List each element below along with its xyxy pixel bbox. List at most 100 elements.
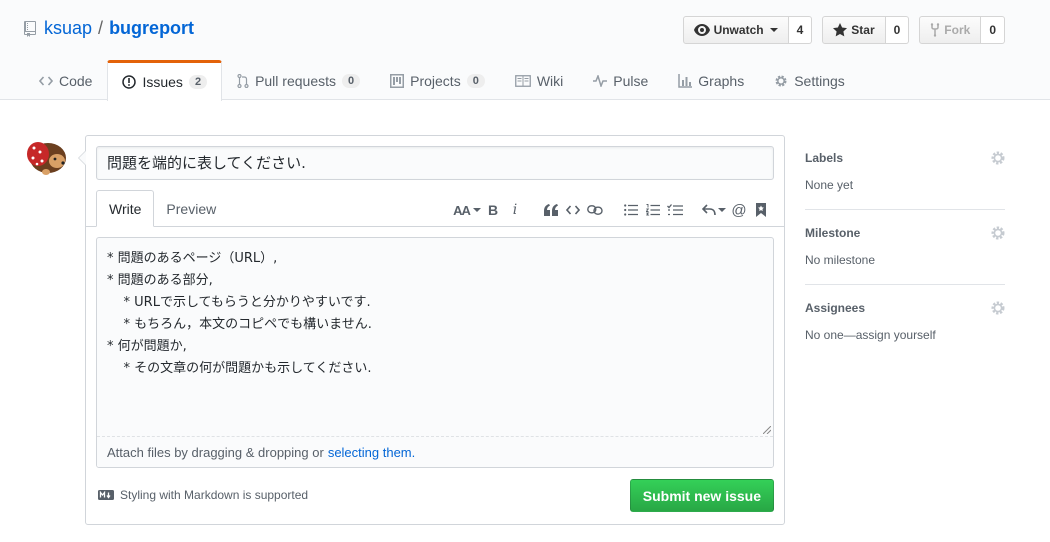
star-count[interactable]: 0	[885, 16, 910, 44]
mention-icon: @	[731, 201, 747, 219]
tab-code[interactable]: Code	[24, 60, 107, 100]
watch-group: Unwatch 4	[682, 16, 813, 44]
issue-title-input[interactable]: 問題を端的に表してください.	[96, 146, 774, 180]
link-icon	[587, 205, 603, 215]
bold-icon: B	[487, 202, 499, 218]
projects-counter: 0	[466, 73, 485, 88]
tab-issues-label: Issues	[142, 74, 183, 90]
tab-issues[interactable]: Issues 2	[107, 60, 223, 101]
book-icon	[514, 74, 531, 87]
italic-icon: i	[512, 202, 518, 218]
tab-code-label: Code	[59, 72, 93, 89]
assignees-gear-icon[interactable]	[991, 301, 1005, 315]
tab-settings-label: Settings	[794, 72, 845, 89]
code-button[interactable]	[564, 201, 582, 219]
bold-button[interactable]: B	[484, 201, 502, 219]
reference-button[interactable]	[752, 201, 770, 219]
reply-icon	[702, 204, 716, 216]
issue-sidebar: Labels None yet Milestone No milestone A…	[805, 135, 1005, 360]
mention-button[interactable]: @	[730, 201, 748, 219]
unordered-list-button[interactable]	[622, 201, 640, 219]
hedgehog-avatar-icon	[24, 134, 68, 178]
quote-icon	[544, 204, 558, 216]
repo-owner-link[interactable]: ksuap	[44, 18, 92, 39]
fork-label: Fork	[944, 23, 971, 37]
tab-pull-requests[interactable]: Pull requests 0	[222, 60, 375, 100]
milestone-value: No milestone	[805, 253, 876, 267]
avatar[interactable]	[24, 134, 68, 178]
repo-title: ksuap / bugreport	[24, 18, 194, 39]
pull-request-icon	[237, 73, 249, 88]
file-attach-zone[interactable]: Attach files by dragging & dropping or s…	[97, 436, 773, 467]
ordered-list-icon	[646, 204, 660, 216]
text-size-button[interactable]: AA	[453, 201, 481, 219]
task-list-button[interactable]	[666, 201, 684, 219]
gear-icon	[775, 75, 787, 86]
toolbar-group-text: AA B i	[453, 201, 524, 219]
markdown-toolbar: AA B i @	[453, 196, 770, 224]
code-icon	[566, 205, 580, 215]
text-size-label: AA	[453, 202, 471, 218]
pull-requests-counter: 0	[342, 73, 361, 88]
star-button[interactable]: Star	[822, 16, 886, 44]
repo-header: ksuap / bugreport Unwatch 4 Star 0 Fork	[0, 0, 1050, 101]
fork-count[interactable]: 0	[981, 16, 1005, 44]
assignees-heading: Assignees	[805, 301, 866, 315]
fork-group: Fork 0	[919, 16, 1005, 44]
tab-pulse-label: Pulse	[613, 72, 649, 89]
resize-handle-icon[interactable]	[763, 426, 771, 434]
tab-projects[interactable]: Projects 0	[375, 60, 500, 100]
unwatch-button[interactable]: Unwatch	[682, 16, 789, 44]
unordered-list-icon	[624, 204, 638, 216]
repo-nav: Code Issues 2 Pull requests 0 Projects 0…	[24, 60, 860, 101]
submit-new-issue-button[interactable]: Submit new issue	[629, 479, 774, 512]
chevron-down-icon	[769, 28, 778, 32]
new-issue-form: 問題を端的に表してください. Write Preview AA B i @ * …	[78, 135, 785, 525]
select-files-link[interactable]: selecting them.	[328, 445, 415, 460]
write-tab[interactable]: Write	[96, 190, 155, 227]
repo-name-link[interactable]: bugreport	[109, 18, 194, 39]
repo-actions: Unwatch 4 Star 0 Fork 0	[682, 16, 1005, 44]
star-icon	[833, 23, 848, 37]
milestone-gear-icon[interactable]	[991, 226, 1005, 240]
code-icon	[39, 75, 53, 86]
toolbar-group-misc: @	[702, 201, 770, 219]
quote-button[interactable]	[542, 201, 560, 219]
tab-settings[interactable]: Settings	[759, 60, 860, 100]
sidebar-labels: Labels None yet	[805, 135, 1005, 210]
toolbar-group-insert	[542, 201, 604, 219]
italic-button[interactable]: i	[506, 201, 524, 219]
ordered-list-button[interactable]	[644, 201, 662, 219]
labels-value: None yet	[805, 178, 854, 192]
saved-replies-button[interactable]	[702, 201, 726, 219]
markdown-note[interactable]: Styling with Markdown is supported	[98, 488, 308, 502]
markdown-icon	[98, 490, 114, 500]
editor-tabs: Write Preview	[96, 190, 228, 227]
fork-button[interactable]: Fork	[919, 16, 982, 44]
toolbar-group-lists	[622, 201, 684, 219]
markdown-note-text: Styling with Markdown is supported	[120, 488, 309, 502]
sidebar-milestone: Milestone No milestone	[805, 210, 1005, 285]
pulse-icon	[593, 74, 608, 87]
labels-gear-icon[interactable]	[991, 151, 1005, 165]
repo-icon	[24, 20, 36, 37]
issues-counter: 2	[188, 75, 208, 89]
preview-tab[interactable]: Preview	[154, 190, 228, 227]
graph-icon	[678, 73, 693, 88]
fork-icon	[931, 23, 940, 37]
watch-count[interactable]: 4	[788, 16, 813, 44]
project-icon	[390, 73, 405, 88]
milestone-heading: Milestone	[805, 226, 861, 240]
tab-wiki[interactable]: Wiki	[500, 60, 578, 100]
issue-body-textarea[interactable]: * 問題のあるページ（URL）, * 問題のある部分, * URLで示してもらう…	[96, 237, 774, 468]
tab-pull-requests-label: Pull requests	[255, 72, 336, 89]
unwatch-label: Unwatch	[713, 23, 764, 37]
chevron-down-icon	[718, 208, 726, 212]
tab-wiki-label: Wiki	[536, 72, 564, 89]
link-button[interactable]	[586, 201, 604, 219]
assignees-value[interactable]: No one—assign yourself	[805, 328, 936, 342]
star-label: Star	[851, 23, 875, 37]
tab-pulse[interactable]: Pulse	[578, 60, 663, 100]
editor-tab-divider	[86, 226, 784, 227]
tab-graphs[interactable]: Graphs	[663, 60, 759, 100]
